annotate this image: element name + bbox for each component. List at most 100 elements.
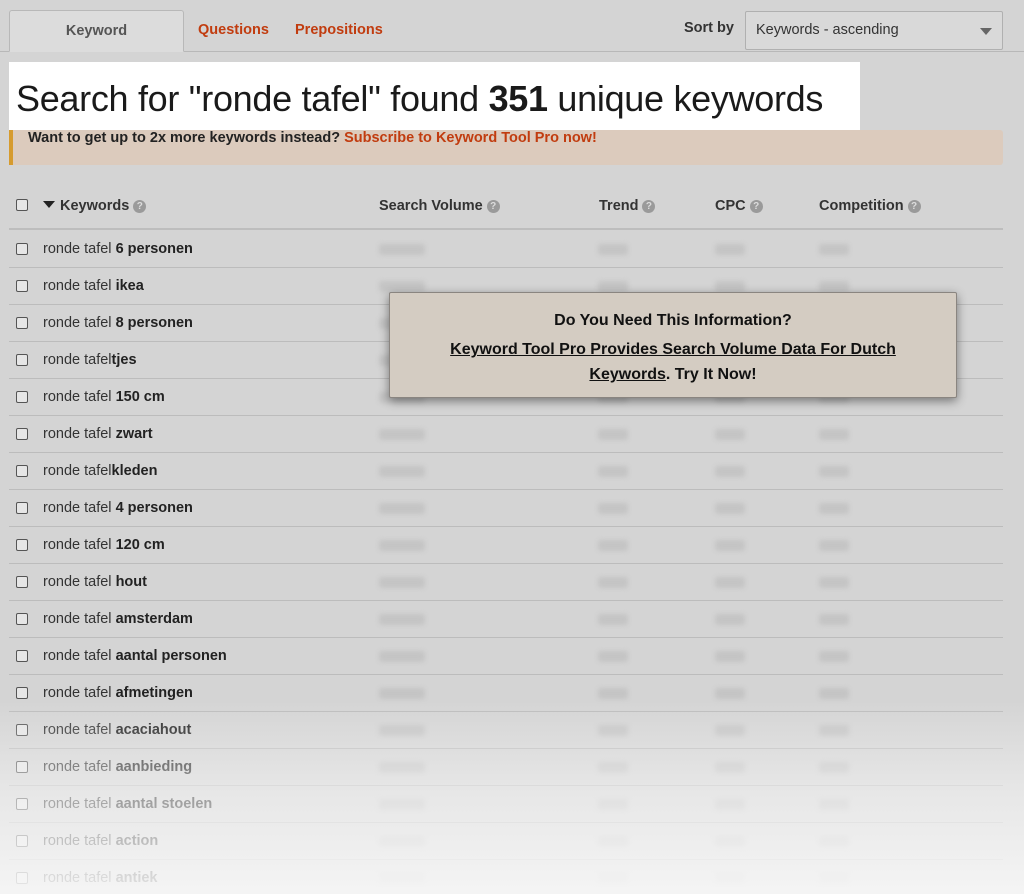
search-volume-blurred bbox=[379, 799, 425, 810]
results-heading: Search for "ronde tafel" found 351 uniqu… bbox=[16, 78, 823, 120]
promo-link[interactable]: Subscribe to Keyword Tool Pro now! bbox=[344, 130, 597, 146]
column-search-volume[interactable]: Search Volume? bbox=[379, 198, 500, 214]
column-cpc[interactable]: CPC? bbox=[715, 198, 763, 214]
sort-select-value: Keywords - ascending bbox=[756, 22, 899, 38]
row-checkbox[interactable] bbox=[16, 539, 28, 551]
help-icon[interactable]: ? bbox=[133, 200, 147, 213]
column-trend[interactable]: Trend? bbox=[599, 198, 656, 214]
keyword-prefix: ronde tafel bbox=[43, 611, 116, 627]
keyword-cell[interactable]: ronde tafel aantal personen bbox=[43, 648, 227, 664]
sort-select[interactable]: Keywords - ascending bbox=[745, 11, 1003, 50]
keyword-prefix: ronde tafel bbox=[43, 537, 116, 553]
trend-blurred bbox=[598, 503, 628, 514]
keyword-suffix: aanbieding bbox=[115, 759, 193, 775]
keyword-cell[interactable]: ronde tafelkleden bbox=[43, 463, 157, 479]
keyword-prefix: ronde tafel bbox=[43, 463, 112, 479]
row-checkbox[interactable] bbox=[16, 835, 28, 847]
column-keywords[interactable]: Keywords? bbox=[43, 198, 147, 214]
keyword-suffix: 6 personen bbox=[115, 241, 193, 257]
sort-desc-icon bbox=[43, 201, 55, 208]
cpc-blurred bbox=[715, 577, 745, 588]
tab-questions[interactable]: Questions bbox=[187, 10, 280, 52]
tab-prepositions[interactable]: Prepositions bbox=[284, 10, 394, 52]
keyword-cell[interactable]: ronde tafel 6 personen bbox=[43, 241, 193, 257]
keyword-suffix: aantal stoelen bbox=[115, 796, 213, 812]
keyword-suffix: 8 personen bbox=[115, 315, 193, 331]
tabs-bar: Keyword Suggestions Questions Prepositio… bbox=[0, 0, 1024, 79]
trend-blurred bbox=[598, 244, 628, 255]
keyword-suffix: kleden bbox=[111, 463, 158, 479]
keyword-prefix: ronde tafel bbox=[43, 352, 112, 368]
upgrade-modal: Do You Need This Information? Keyword To… bbox=[389, 292, 957, 398]
keyword-cell[interactable]: ronde tafel afmetingen bbox=[43, 685, 193, 701]
row-checkbox[interactable] bbox=[16, 687, 28, 699]
cpc-blurred bbox=[715, 873, 745, 884]
cpc-blurred bbox=[715, 725, 745, 736]
help-icon[interactable]: ? bbox=[749, 200, 763, 213]
help-icon[interactable]: ? bbox=[907, 200, 921, 213]
keyword-prefix: ronde tafel bbox=[43, 648, 116, 664]
keyword-cell[interactable]: ronde tafeltjes bbox=[43, 352, 137, 368]
keyword-cell[interactable]: ronde tafel antiek bbox=[43, 870, 157, 886]
row-checkbox[interactable] bbox=[16, 724, 28, 736]
heading-prefix: Search for "ronde tafel" found bbox=[16, 78, 489, 119]
column-trend-label: Trend bbox=[599, 198, 639, 214]
keyword-cell[interactable]: ronde tafel 120 cm bbox=[43, 537, 165, 553]
row-checkbox[interactable] bbox=[16, 613, 28, 625]
modal-title: Do You Need This Information? bbox=[554, 312, 792, 329]
row-checkbox[interactable] bbox=[16, 650, 28, 662]
row-checkbox[interactable] bbox=[16, 465, 28, 477]
promo-text: Want to get up to 2x more keywords inste… bbox=[28, 131, 597, 146]
keyword-cell[interactable]: ronde tafel 8 personen bbox=[43, 315, 193, 331]
select-all-checkbox[interactable] bbox=[16, 199, 28, 211]
keyword-prefix: ronde tafel bbox=[43, 870, 116, 886]
column-competition[interactable]: Competition? bbox=[819, 198, 921, 214]
trend-blurred bbox=[598, 651, 628, 662]
keyword-cell[interactable]: ronde tafel action bbox=[43, 833, 158, 849]
help-icon[interactable]: ? bbox=[642, 200, 656, 213]
competition-blurred bbox=[819, 614, 849, 625]
keyword-prefix: ronde tafel bbox=[43, 833, 116, 849]
table-row: ronde tafel 120 cm bbox=[9, 527, 1003, 564]
keyword-cell[interactable]: ronde tafel acaciahout bbox=[43, 722, 191, 738]
keyword-suffix: tjes bbox=[111, 352, 137, 368]
keyword-cell[interactable]: ronde tafel 4 personen bbox=[43, 500, 193, 516]
cpc-blurred bbox=[715, 688, 745, 699]
row-checkbox[interactable] bbox=[16, 391, 28, 403]
trend-blurred bbox=[598, 873, 628, 884]
row-checkbox[interactable] bbox=[16, 798, 28, 810]
row-checkbox[interactable] bbox=[16, 761, 28, 773]
keyword-suffix: 120 cm bbox=[115, 537, 165, 553]
keyword-cell[interactable]: ronde tafel amsterdam bbox=[43, 611, 193, 627]
row-checkbox[interactable] bbox=[16, 576, 28, 588]
chevron-down-icon bbox=[980, 28, 992, 35]
keyword-cell[interactable]: ronde tafel aanbieding bbox=[43, 759, 192, 775]
keyword-cell[interactable]: ronde tafel ikea bbox=[43, 278, 144, 294]
row-checkbox[interactable] bbox=[16, 243, 28, 255]
table-row: ronde tafel aanbieding bbox=[9, 749, 1003, 786]
row-checkbox[interactable] bbox=[16, 354, 28, 366]
trend-blurred bbox=[598, 836, 628, 847]
row-checkbox[interactable] bbox=[16, 872, 28, 884]
help-icon[interactable]: ? bbox=[486, 200, 500, 213]
competition-blurred bbox=[819, 244, 849, 255]
keyword-prefix: ronde tafel bbox=[43, 315, 116, 331]
tab-keyword-suggestions[interactable]: Keyword Suggestions bbox=[9, 10, 184, 79]
keyword-cell[interactable]: ronde tafel hout bbox=[43, 574, 147, 590]
trend-blurred bbox=[598, 799, 628, 810]
competition-blurred bbox=[819, 725, 849, 736]
keyword-cell[interactable]: ronde tafel aantal stoelen bbox=[43, 796, 212, 812]
row-checkbox[interactable] bbox=[16, 502, 28, 514]
keyword-cell[interactable]: ronde tafel 150 cm bbox=[43, 389, 165, 405]
keyword-suffix: amsterdam bbox=[115, 611, 193, 627]
cpc-blurred bbox=[715, 503, 745, 514]
keyword-prefix: ronde tafel bbox=[43, 389, 116, 405]
modal-cta: . Try It Now! bbox=[665, 366, 757, 383]
keyword-prefix: ronde tafel bbox=[43, 574, 116, 590]
keyword-cell[interactable]: ronde tafel zwart bbox=[43, 426, 153, 442]
row-checkbox[interactable] bbox=[16, 428, 28, 440]
table-row: ronde tafel 6 personen bbox=[9, 231, 1003, 268]
column-cpc-label: CPC bbox=[715, 198, 746, 214]
row-checkbox[interactable] bbox=[16, 280, 28, 292]
row-checkbox[interactable] bbox=[16, 317, 28, 329]
